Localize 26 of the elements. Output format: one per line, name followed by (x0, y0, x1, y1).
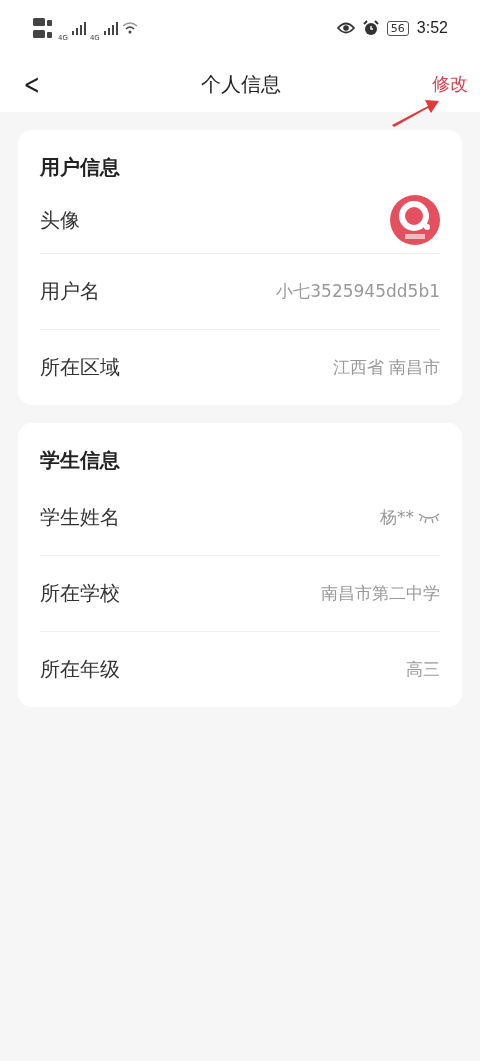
page-title: 个人信息 (200, 70, 281, 98)
field-label: 所在区域 (40, 354, 120, 381)
wifi-icon (121, 21, 138, 35)
back-button[interactable]: < (19, 67, 45, 101)
hidden-eye-icon[interactable] (418, 511, 440, 524)
edit-button[interactable]: 修改 (432, 72, 468, 96)
sim-card-icon (32, 16, 54, 40)
avatar-logo[interactable] (390, 195, 440, 245)
eye-icon (336, 21, 355, 35)
field-label: 所在学校 (40, 580, 120, 607)
field-value: 小七3525945dd5b1 (276, 280, 440, 303)
field-label: 头像 (40, 206, 80, 234)
field-value: 江西省 南昌市 (332, 356, 440, 379)
field-value: 高三 (406, 658, 440, 681)
field-value: 杨** (380, 506, 440, 529)
section-title: 用户信息 (40, 154, 121, 181)
field-label: 学生姓名 (40, 504, 120, 531)
section-title: 学生信息 (40, 447, 121, 474)
battery-level: 56 (386, 20, 409, 36)
field-label: 用户名 (40, 278, 100, 305)
signal-icon (103, 21, 118, 35)
signal-icon (71, 21, 86, 35)
field-value: 南昌市第二中学 (321, 582, 440, 605)
alarm-icon (362, 20, 379, 36)
field-label: 所在年级 (40, 656, 120, 683)
clock-time: 3:52 (416, 19, 448, 37)
